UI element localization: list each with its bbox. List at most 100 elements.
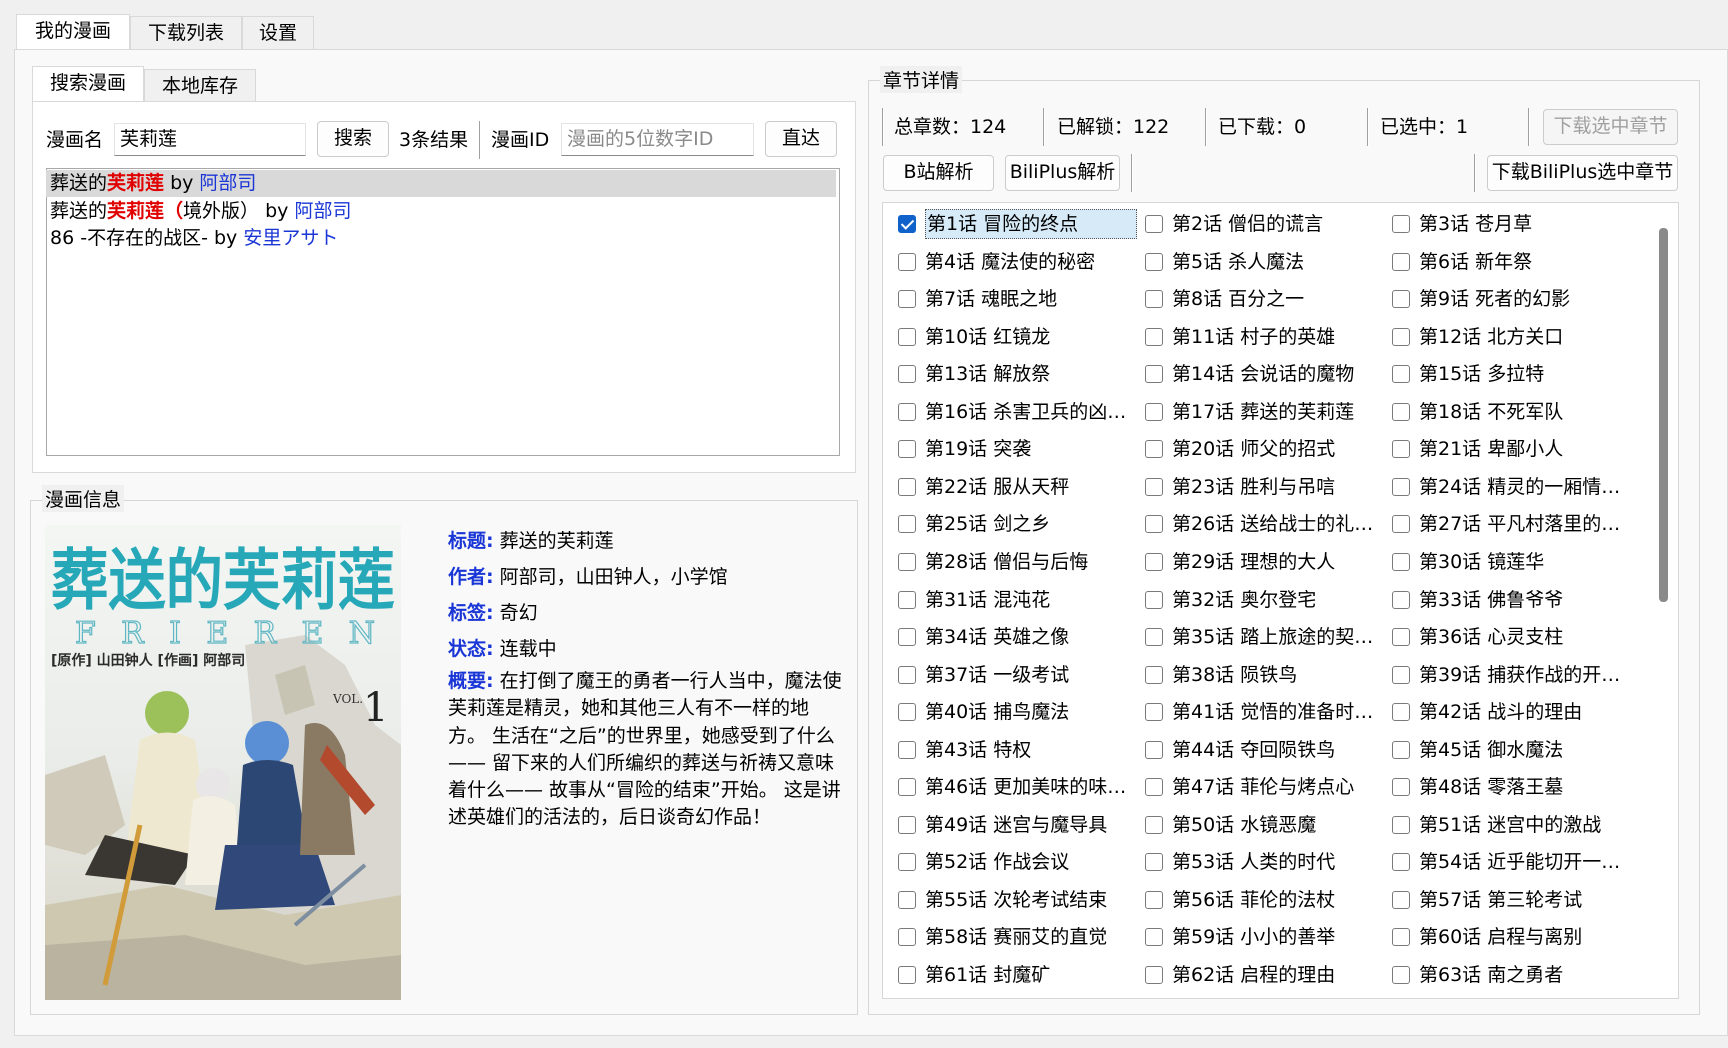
chapter-checkbox[interactable] bbox=[898, 252, 916, 271]
chapter-checkbox[interactable] bbox=[898, 477, 916, 496]
chapter-label: 第56话 菲伦的法杖 bbox=[1172, 888, 1336, 911]
chapter-checkbox[interactable] bbox=[1145, 252, 1163, 271]
tab-download-list[interactable]: 下载列表 bbox=[130, 16, 242, 49]
chapter-checkbox[interactable] bbox=[1145, 778, 1163, 797]
chapter-label: 第27话 平凡村落里的… bbox=[1419, 513, 1621, 536]
chapter-checkbox[interactable] bbox=[1392, 778, 1410, 797]
chapter-checkbox[interactable] bbox=[1145, 740, 1163, 759]
search-result-item[interactable]: 葬送的芙莉莲 by 阿部司 bbox=[46, 170, 836, 197]
chapter-checkbox[interactable] bbox=[1392, 966, 1410, 984]
chapter-checkbox[interactable] bbox=[1145, 552, 1163, 571]
chapter-label: 第25话 剑之乡 bbox=[925, 513, 1051, 536]
chapter-checkbox[interactable] bbox=[1392, 290, 1410, 309]
chapter-checkbox[interactable] bbox=[898, 628, 916, 647]
chapter-checkbox[interactable] bbox=[1392, 628, 1410, 647]
chapter-label: 第45话 御水魔法 bbox=[1419, 738, 1564, 761]
chapter-label: 第46话 更加美味的味… bbox=[925, 776, 1127, 799]
chapter-checkbox[interactable] bbox=[898, 552, 916, 571]
chapter-checkbox[interactable] bbox=[1145, 890, 1163, 909]
chapter-checkbox[interactable] bbox=[1145, 477, 1163, 496]
chapter-checkbox[interactable] bbox=[898, 402, 916, 421]
chapter-checkbox[interactable] bbox=[1392, 928, 1410, 947]
chapter-list-scrollbar-thumb[interactable] bbox=[1659, 228, 1668, 602]
chapter-checkbox[interactable] bbox=[1392, 665, 1410, 684]
chapter-checkbox[interactable] bbox=[1392, 890, 1410, 909]
chapter-checkbox[interactable] bbox=[1392, 402, 1410, 421]
chapter-label: 第4话 魔法使的秘密 bbox=[925, 250, 1096, 273]
comic-id-input[interactable]: 漫画的5位数字ID bbox=[561, 123, 754, 156]
chapter-label: 第41话 觉悟的准备时… bbox=[1172, 701, 1374, 724]
chapter-checkbox[interactable] bbox=[898, 853, 916, 872]
chapter-checkbox[interactable] bbox=[1392, 552, 1410, 571]
chapter-checkbox[interactable] bbox=[1392, 365, 1410, 384]
subtab-local-library[interactable]: 本地库存 bbox=[144, 69, 256, 101]
search-button[interactable]: 搜索 bbox=[317, 121, 389, 157]
chapter-checkbox[interactable] bbox=[1392, 327, 1410, 346]
chapter-checkbox[interactable] bbox=[1392, 853, 1410, 872]
chapter-checkbox[interactable] bbox=[898, 215, 916, 233]
search-result-item[interactable]: 86 -不存在的战区- by 安里アサト bbox=[50, 225, 338, 252]
chapter-checkbox[interactable] bbox=[898, 365, 916, 384]
chapter-checkbox[interactable] bbox=[1145, 215, 1163, 233]
chapter-checkbox[interactable] bbox=[1145, 590, 1163, 609]
comic-name-label: 漫画名 bbox=[46, 129, 104, 151]
comic-name-input[interactable]: 芙莉莲 bbox=[114, 123, 306, 156]
chapter-checkbox[interactable] bbox=[1145, 327, 1163, 346]
chapter-checkbox[interactable] bbox=[898, 327, 916, 346]
cover-vol-number: 1 bbox=[363, 685, 388, 731]
chapter-checkbox[interactable] bbox=[1392, 477, 1410, 496]
go-button[interactable]: 直达 bbox=[765, 121, 837, 157]
chapter-checkbox[interactable] bbox=[898, 928, 916, 947]
chapter-checkbox[interactable] bbox=[898, 778, 916, 797]
chapter-checkbox[interactable] bbox=[1145, 815, 1163, 834]
chapter-checkbox[interactable] bbox=[898, 665, 916, 684]
chapter-checkbox[interactable] bbox=[1145, 966, 1163, 984]
chapter-label: 第37话 一级考试 bbox=[925, 663, 1070, 686]
chapter-checkbox[interactable] bbox=[898, 703, 916, 722]
chapter-checkbox[interactable] bbox=[1392, 740, 1410, 759]
biliplus-parse-button[interactable]: BiliPlus解析 bbox=[1005, 155, 1120, 191]
chapter-checkbox[interactable] bbox=[898, 815, 916, 834]
tab-my-comics[interactable]: 我的漫画 bbox=[16, 14, 130, 50]
chapter-checkbox[interactable] bbox=[898, 515, 916, 534]
chapter-label: 第34话 英雄之像 bbox=[925, 626, 1070, 649]
chapter-label: 第38话 陨铁鸟 bbox=[1172, 663, 1298, 686]
chapter-checkbox[interactable] bbox=[898, 966, 916, 984]
chapter-checkbox[interactable] bbox=[898, 740, 916, 759]
chapter-label: 第58话 赛丽艾的直觉 bbox=[925, 926, 1108, 949]
download-biliplus-selected-button[interactable]: 下载BiliPlus选中章节 bbox=[1487, 155, 1678, 191]
subtab-search-comics[interactable]: 搜索漫画 bbox=[32, 66, 144, 101]
chapter-label: 第33话 佛鲁爷爷 bbox=[1419, 588, 1564, 611]
chapter-checkbox[interactable] bbox=[1392, 440, 1410, 459]
chapter-checkbox[interactable] bbox=[1145, 665, 1163, 684]
chapter-checkbox[interactable] bbox=[898, 440, 916, 459]
search-result-item[interactable]: 葬送的芙莉莲（境外版） by 阿部司 bbox=[50, 198, 351, 225]
chapter-checkbox[interactable] bbox=[1145, 515, 1163, 534]
chapter-checkbox[interactable] bbox=[898, 890, 916, 909]
chapter-label: 第6话 新年祭 bbox=[1419, 250, 1533, 273]
chapter-checkbox[interactable] bbox=[1145, 365, 1163, 384]
chapter-checkbox[interactable] bbox=[1392, 703, 1410, 722]
chapter-checkbox[interactable] bbox=[1145, 703, 1163, 722]
download-selected-button[interactable]: 下载选中章节 bbox=[1543, 109, 1678, 145]
chapter-checkbox[interactable] bbox=[1392, 590, 1410, 609]
chapter-checkbox[interactable] bbox=[1145, 628, 1163, 647]
info-status-row: 状态: 连载中 bbox=[448, 634, 557, 661]
tab-settings[interactable]: 设置 bbox=[242, 16, 314, 49]
chapter-checkbox[interactable] bbox=[1145, 928, 1163, 947]
chapter-checkbox[interactable] bbox=[1392, 815, 1410, 834]
chapter-checkbox[interactable] bbox=[1145, 402, 1163, 421]
chapter-checkbox[interactable] bbox=[1145, 290, 1163, 309]
separator bbox=[1205, 108, 1207, 146]
separator bbox=[479, 121, 481, 159]
chapter-checkbox[interactable] bbox=[1145, 853, 1163, 872]
chapter-checkbox[interactable] bbox=[1392, 515, 1410, 534]
chapter-label: 第50话 水镜恶魔 bbox=[1172, 813, 1317, 836]
bilibili-parse-button[interactable]: B站解析 bbox=[883, 155, 994, 191]
chapter-checkbox[interactable] bbox=[1145, 440, 1163, 459]
chapter-checkbox[interactable] bbox=[1392, 252, 1410, 271]
chapter-checkbox[interactable] bbox=[1392, 215, 1410, 233]
chapter-checkbox[interactable] bbox=[898, 290, 916, 309]
chapter-list[interactable]: 第1话 冒险的终点 第2话 僧侣的谎言 第3话 苍月草 第4话 魔法使的秘密 第5话 杀… bbox=[882, 202, 1679, 999]
chapter-checkbox[interactable] bbox=[898, 590, 916, 609]
